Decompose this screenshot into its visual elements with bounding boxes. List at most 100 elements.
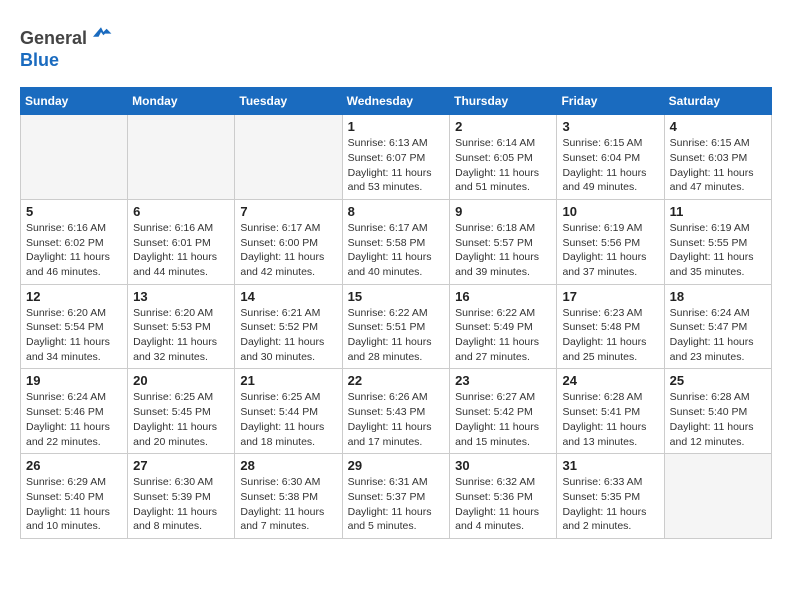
day-number: 27 [133, 458, 229, 473]
day-number: 6 [133, 204, 229, 219]
day-number: 26 [26, 458, 122, 473]
calendar-cell: 9Sunrise: 6:18 AMSunset: 5:57 PMDaylight… [450, 199, 557, 284]
day-number: 21 [240, 373, 336, 388]
day-number: 13 [133, 289, 229, 304]
calendar-cell: 5 Sunrise: 6:16 AMSunset: 6:02 PMDaylight… [21, 199, 128, 284]
calendar-cell: 6 Sunrise: 6:16 AMSunset: 6:01 PMDaylight… [128, 199, 235, 284]
calendar-cell: 26 Sunrise: 6:29 AMSunset: 5:40 PMDayligh… [21, 454, 128, 539]
day-number: 30 [455, 458, 551, 473]
day-number: 15 [348, 289, 445, 304]
day-number: 24 [562, 373, 658, 388]
day-info: Sunrise: 6:28 AMSunset: 5:40 PMDaylight:… [670, 390, 766, 449]
day-info: Sunrise: 6:22 AMSunset: 5:51 PMDaylight:… [348, 306, 445, 365]
day-info: Sunrise: 6:32 AMSunset: 5:36 PMDaylight:… [455, 475, 551, 534]
day-info: Sunrise: 6:33 AMSunset: 5:35 PMDaylight:… [562, 475, 658, 534]
calendar-cell: 17 Sunrise: 6:23 AMSunset: 5:48 PMDayligh… [557, 284, 664, 369]
day-number: 2 [455, 119, 551, 134]
day-info: Sunrise: 6:28 AMSunset: 5:41 PMDaylight:… [562, 390, 658, 449]
day-info: Sunrise: 6:26 AMSunset: 5:43 PMDaylight:… [348, 390, 445, 449]
day-info: Sunrise: 6:25 AMSunset: 5:45 PMDaylight:… [133, 390, 229, 449]
day-info: Sunrise: 6:31 AMSunset: 5:37 PMDaylight:… [348, 475, 445, 534]
calendar-cell: 24 Sunrise: 6:28 AMSunset: 5:41 PMDayligh… [557, 369, 664, 454]
day-info: Sunrise: 6:30 AMSunset: 5:39 PMDaylight:… [133, 475, 229, 534]
day-info: Sunrise: 6:14 AMSunset: 6:05 PMDaylight:… [455, 136, 551, 195]
calendar-cell: 10 Sunrise: 6:19 AMSunset: 5:56 PMDayligh… [557, 199, 664, 284]
page-header: General Blue [20, 20, 772, 71]
day-number: 8 [348, 204, 445, 219]
day-info: Sunrise: 6:19 AMSunset: 5:55 PMDaylight:… [670, 221, 766, 280]
day-info: Sunrise: 6:13 AMSunset: 6:07 PMDaylight:… [348, 136, 445, 195]
weekday-header: Thursday [450, 88, 557, 115]
day-info: Sunrise: 6:24 AMSunset: 5:47 PMDaylight:… [670, 306, 766, 365]
calendar-cell [21, 115, 128, 200]
calendar-table: SundayMondayTuesdayWednesdayThursdayFrid… [20, 87, 772, 539]
calendar-cell: 8Sunrise: 6:17 AMSunset: 5:58 PMDaylight… [342, 199, 450, 284]
day-info: Sunrise: 6:23 AMSunset: 5:48 PMDaylight:… [562, 306, 658, 365]
day-info: Sunrise: 6:29 AMSunset: 5:40 PMDaylight:… [26, 475, 122, 534]
weekday-header: Monday [128, 88, 235, 115]
calendar-cell: 14Sunrise: 6:21 AMSunset: 5:52 PMDayligh… [235, 284, 342, 369]
day-info: Sunrise: 6:15 AMSunset: 6:03 PMDaylight:… [670, 136, 766, 195]
day-number: 4 [670, 119, 766, 134]
weekday-header: Saturday [664, 88, 771, 115]
day-number: 1 [348, 119, 445, 134]
day-info: Sunrise: 6:24 AMSunset: 5:46 PMDaylight:… [26, 390, 122, 449]
calendar-cell: 31 Sunrise: 6:33 AMSunset: 5:35 PMDayligh… [557, 454, 664, 539]
logo-blue: Blue [20, 50, 59, 70]
day-info: Sunrise: 6:17 AMSunset: 6:00 PMDaylight:… [240, 221, 336, 280]
calendar-cell [664, 454, 771, 539]
calendar-cell: 2 Sunrise: 6:14 AMSunset: 6:05 PMDaylight… [450, 115, 557, 200]
day-number: 25 [670, 373, 766, 388]
day-info: Sunrise: 6:20 AMSunset: 5:54 PMDaylight:… [26, 306, 122, 365]
day-number: 28 [240, 458, 336, 473]
day-number: 31 [562, 458, 658, 473]
day-number: 29 [348, 458, 445, 473]
calendar-cell: 16Sunrise: 6:22 AMSunset: 5:49 PMDayligh… [450, 284, 557, 369]
calendar-cell: 22 Sunrise: 6:26 AMSunset: 5:43 PMDayligh… [342, 369, 450, 454]
day-number: 11 [670, 204, 766, 219]
calendar-cell: 12 Sunrise: 6:20 AMSunset: 5:54 PMDayligh… [21, 284, 128, 369]
calendar-cell: 15 Sunrise: 6:22 AMSunset: 5:51 PMDayligh… [342, 284, 450, 369]
weekday-header: Tuesday [235, 88, 342, 115]
day-info: Sunrise: 6:30 AMSunset: 5:38 PMDaylight:… [240, 475, 336, 534]
calendar-cell: 11 Sunrise: 6:19 AMSunset: 5:55 PMDayligh… [664, 199, 771, 284]
weekday-header: Wednesday [342, 88, 450, 115]
day-number: 17 [562, 289, 658, 304]
calendar-cell: 30 Sunrise: 6:32 AMSunset: 5:36 PMDayligh… [450, 454, 557, 539]
calendar-cell: 3Sunrise: 6:15 AMSunset: 6:04 PMDaylight… [557, 115, 664, 200]
calendar-cell [128, 115, 235, 200]
day-number: 19 [26, 373, 122, 388]
day-number: 3 [562, 119, 658, 134]
calendar-cell: 25 Sunrise: 6:28 AMSunset: 5:40 PMDayligh… [664, 369, 771, 454]
calendar-cell: 19 Sunrise: 6:24 AMSunset: 5:46 PMDayligh… [21, 369, 128, 454]
day-info: Sunrise: 6:19 AMSunset: 5:56 PMDaylight:… [562, 221, 658, 280]
day-info: Sunrise: 6:16 AMSunset: 6:02 PMDaylight:… [26, 221, 122, 280]
day-number: 10 [562, 204, 658, 219]
day-number: 20 [133, 373, 229, 388]
day-info: Sunrise: 6:20 AMSunset: 5:53 PMDaylight:… [133, 306, 229, 365]
day-number: 7 [240, 204, 336, 219]
calendar-header: SundayMondayTuesdayWednesdayThursdayFrid… [21, 88, 772, 115]
day-number: 22 [348, 373, 445, 388]
calendar-cell: 28 Sunrise: 6:30 AMSunset: 5:38 PMDayligh… [235, 454, 342, 539]
day-number: 18 [670, 289, 766, 304]
calendar-cell: 21 Sunrise: 6:25 AMSunset: 5:44 PMDayligh… [235, 369, 342, 454]
day-number: 5 [26, 204, 122, 219]
weekday-header: Friday [557, 88, 664, 115]
calendar-cell: 20 Sunrise: 6:25 AMSunset: 5:45 PMDayligh… [128, 369, 235, 454]
day-number: 9 [455, 204, 551, 219]
day-number: 23 [455, 373, 551, 388]
logo: General Blue [20, 20, 113, 71]
calendar-cell: 7 Sunrise: 6:17 AMSunset: 6:00 PMDaylight… [235, 199, 342, 284]
calendar-cell: 23Sunrise: 6:27 AMSunset: 5:42 PMDayligh… [450, 369, 557, 454]
calendar-cell: 29 Sunrise: 6:31 AMSunset: 5:37 PMDayligh… [342, 454, 450, 539]
calendar-cell: 27 Sunrise: 6:30 AMSunset: 5:39 PMDayligh… [128, 454, 235, 539]
day-number: 16 [455, 289, 551, 304]
day-info: Sunrise: 6:25 AMSunset: 5:44 PMDaylight:… [240, 390, 336, 449]
day-info: Sunrise: 6:21 AMSunset: 5:52 PMDaylight:… [240, 306, 336, 365]
logo-bird-icon [89, 20, 113, 44]
weekday-header: Sunday [21, 88, 128, 115]
day-number: 12 [26, 289, 122, 304]
logo-general: General [20, 28, 87, 48]
day-info: Sunrise: 6:16 AMSunset: 6:01 PMDaylight:… [133, 221, 229, 280]
